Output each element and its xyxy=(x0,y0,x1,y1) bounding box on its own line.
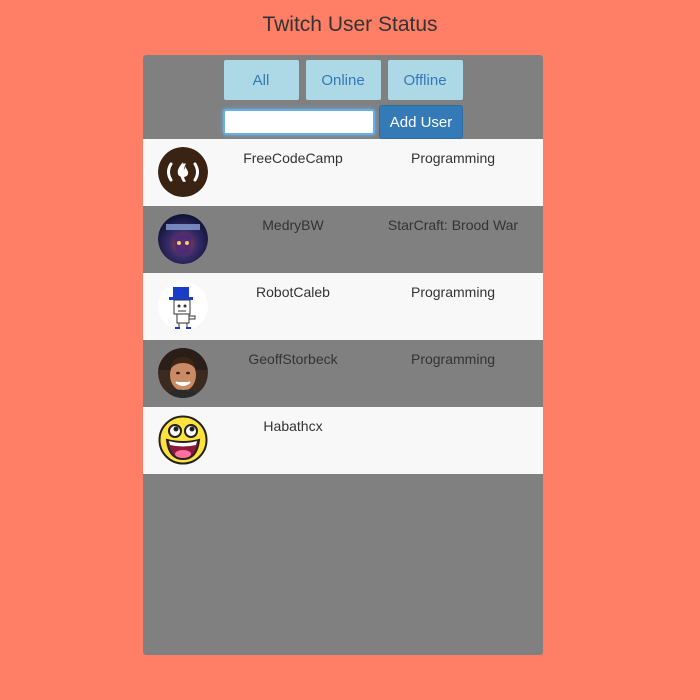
user-panel: All Online Offline Add User ( FreeCodeCa… xyxy=(143,55,543,655)
user-row[interactable]: GeoffStorbeck Programming xyxy=(143,340,543,407)
add-user-button[interactable]: Add User xyxy=(379,105,463,139)
smiley-face-avatar-icon xyxy=(158,415,208,465)
user-row[interactable]: ( FreeCodeCamp Programming xyxy=(143,139,543,206)
user-name[interactable]: GeoffStorbeck xyxy=(218,351,368,367)
user-game: StarCraft: Brood War xyxy=(387,217,519,233)
user-name[interactable]: Habathcx xyxy=(218,418,368,434)
user-name[interactable]: FreeCodeCamp xyxy=(218,150,368,166)
freecodecamp-logo-icon: ( xyxy=(158,147,208,197)
add-user-form: Add User xyxy=(143,105,543,139)
starcraft-avatar-icon xyxy=(158,214,208,264)
person-photo-avatar xyxy=(158,348,208,398)
filter-all-button[interactable]: All xyxy=(223,60,299,100)
user-game: Programming xyxy=(410,150,496,166)
page-title: Twitch User Status xyxy=(262,13,438,36)
user-game: Programming xyxy=(410,351,496,367)
filter-offline-button[interactable]: Offline xyxy=(387,60,463,100)
robot-avatar-icon xyxy=(158,281,208,331)
user-name[interactable]: RobotCaleb xyxy=(218,284,368,300)
username-input[interactable] xyxy=(223,109,375,135)
user-list: ( FreeCodeCamp Programming xyxy=(143,139,543,474)
filter-online-button[interactable]: Online xyxy=(305,60,381,100)
user-row[interactable]: RobotCaleb Programming xyxy=(143,273,543,340)
filter-button-group: All Online Offline xyxy=(143,60,543,100)
user-row[interactable]: MedryBW StarCraft: Brood War xyxy=(143,206,543,273)
user-name[interactable]: MedryBW xyxy=(218,217,368,233)
user-row[interactable]: Habathcx xyxy=(143,407,543,474)
user-game: Programming xyxy=(410,284,496,300)
